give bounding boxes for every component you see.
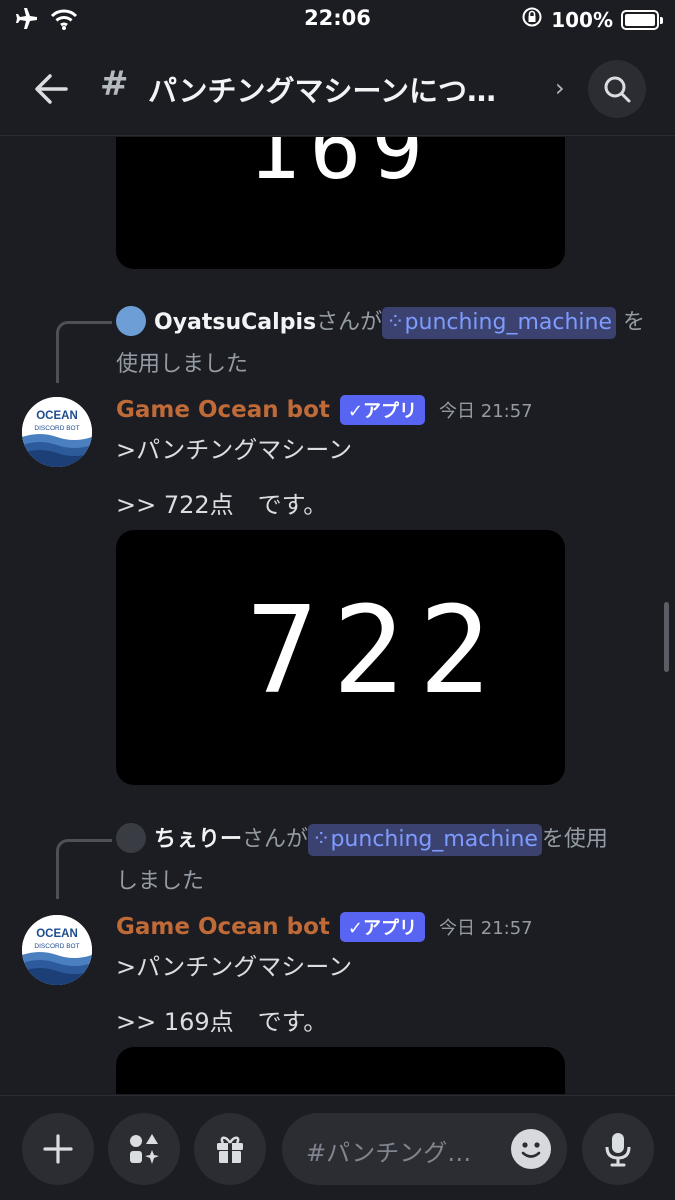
author-name[interactable]: Game Ocean bot — [116, 397, 330, 423]
battery-icon — [621, 9, 663, 30]
message-composer: #パンチング… — [0, 1095, 675, 1200]
gift-icon — [217, 1136, 243, 1163]
status-bar: 22:06 100% — [0, 0, 675, 38]
badge-label: アプリ — [363, 918, 418, 939]
apps-icon: ⁘ — [312, 827, 331, 852]
battery-percent: 100% — [551, 7, 613, 32]
gift-button[interactable] — [194, 1113, 266, 1185]
apps-icon — [130, 1134, 159, 1164]
command-text: を — [622, 310, 645, 335]
input-placeholder: #パンチング… — [306, 1139, 472, 1167]
command-name: punching_machine — [404, 310, 612, 335]
channel-hash-icon: # — [100, 64, 129, 104]
apps-icon: ⁘ — [386, 310, 405, 335]
command-text: さんが — [242, 827, 309, 852]
reply-connector — [56, 839, 112, 899]
message-text: >パンチングマシーン — [116, 953, 353, 981]
timestamp: 今日 21:57 — [439, 918, 533, 939]
orientation-lock-icon — [521, 6, 543, 33]
avatar[interactable] — [116, 306, 146, 336]
command-text: さんが — [316, 310, 383, 335]
message-header: Game Ocean bot ✓アプリ 今日 21:57 — [116, 912, 533, 942]
app-badge: ✓アプリ — [339, 912, 426, 942]
command-text: 使用しました — [116, 352, 249, 377]
score-image[interactable] — [116, 1047, 565, 1094]
add-attachment-button[interactable] — [22, 1113, 94, 1185]
ocean-logo: OCEAN DISCORD BOT — [22, 397, 92, 467]
message-input[interactable]: #パンチング… — [282, 1113, 567, 1185]
message-text: >> 722点 です。 — [116, 491, 328, 519]
plus-icon — [43, 1134, 73, 1164]
smiley-icon — [521, 1142, 541, 1158]
checkmark-icon: ✓ — [347, 918, 364, 939]
author-name[interactable]: Game Ocean bot — [116, 914, 330, 940]
badge-label: アプリ — [363, 401, 418, 422]
channel-header: # パンチングマシーンにつ… › — [0, 46, 675, 136]
command-name: punching_machine — [330, 827, 538, 852]
microphone-icon — [605, 1133, 631, 1167]
svg-text:DISCORD BOT: DISCORD BOT — [34, 425, 79, 432]
app-badge: ✓アプリ — [339, 395, 426, 425]
svg-text:OCEAN: OCEAN — [36, 410, 78, 422]
svg-text:DISCORD BOT: DISCORD BOT — [34, 943, 79, 950]
arrow-left-icon — [35, 74, 68, 104]
avatar[interactable]: OCEAN DISCORD BOT — [22, 915, 92, 985]
avatar[interactable]: OCEAN DISCORD BOT — [22, 397, 92, 467]
score-image[interactable]: 169 — [116, 137, 565, 269]
command-usage: ちぇりーさんが ⁘punching_machine を使用しました — [116, 819, 656, 903]
voice-message-button[interactable] — [582, 1113, 654, 1185]
score-digits: 169 — [247, 137, 434, 199]
scrollbar[interactable] — [664, 602, 669, 672]
chevron-right-icon[interactable]: › — [555, 74, 565, 102]
reply-connector — [56, 321, 112, 383]
score-digits: 722 — [246, 582, 505, 721]
checkmark-icon: ✓ — [347, 401, 364, 422]
command-text: を使用 — [541, 827, 608, 852]
avatar[interactable] — [116, 823, 146, 853]
svg-text:OCEAN: OCEAN — [36, 928, 78, 940]
message-list[interactable]: 169 OyatsuCalpisさんが ⁘punching_machine を使用… — [0, 137, 675, 1094]
command-mention[interactable]: ⁘punching_machine — [382, 307, 616, 339]
command-mention[interactable]: ⁘punching_machine — [308, 824, 542, 856]
search-icon — [604, 76, 631, 103]
message-header: Game Ocean bot ✓アプリ 今日 21:57 — [116, 395, 533, 425]
back-button[interactable] — [28, 66, 74, 112]
command-text: しました — [116, 869, 205, 894]
command-user[interactable]: OyatsuCalpis — [154, 310, 316, 335]
timestamp: 今日 21:57 — [439, 401, 533, 422]
apps-button[interactable] — [108, 1113, 180, 1185]
score-image[interactable]: 722 — [116, 530, 565, 785]
command-usage: OyatsuCalpisさんが ⁘punching_machine を使用しました — [116, 302, 656, 386]
search-button[interactable] — [588, 60, 646, 118]
command-user[interactable]: ちぇりー — [154, 827, 242, 852]
message-text: >パンチングマシーン — [116, 436, 353, 464]
ocean-logo: OCEAN DISCORD BOT — [22, 915, 92, 985]
channel-title[interactable]: パンチングマシーンにつ… — [148, 68, 496, 110]
emoji-button[interactable] — [511, 1129, 551, 1169]
message-text: >> 169点 です。 — [116, 1008, 328, 1036]
